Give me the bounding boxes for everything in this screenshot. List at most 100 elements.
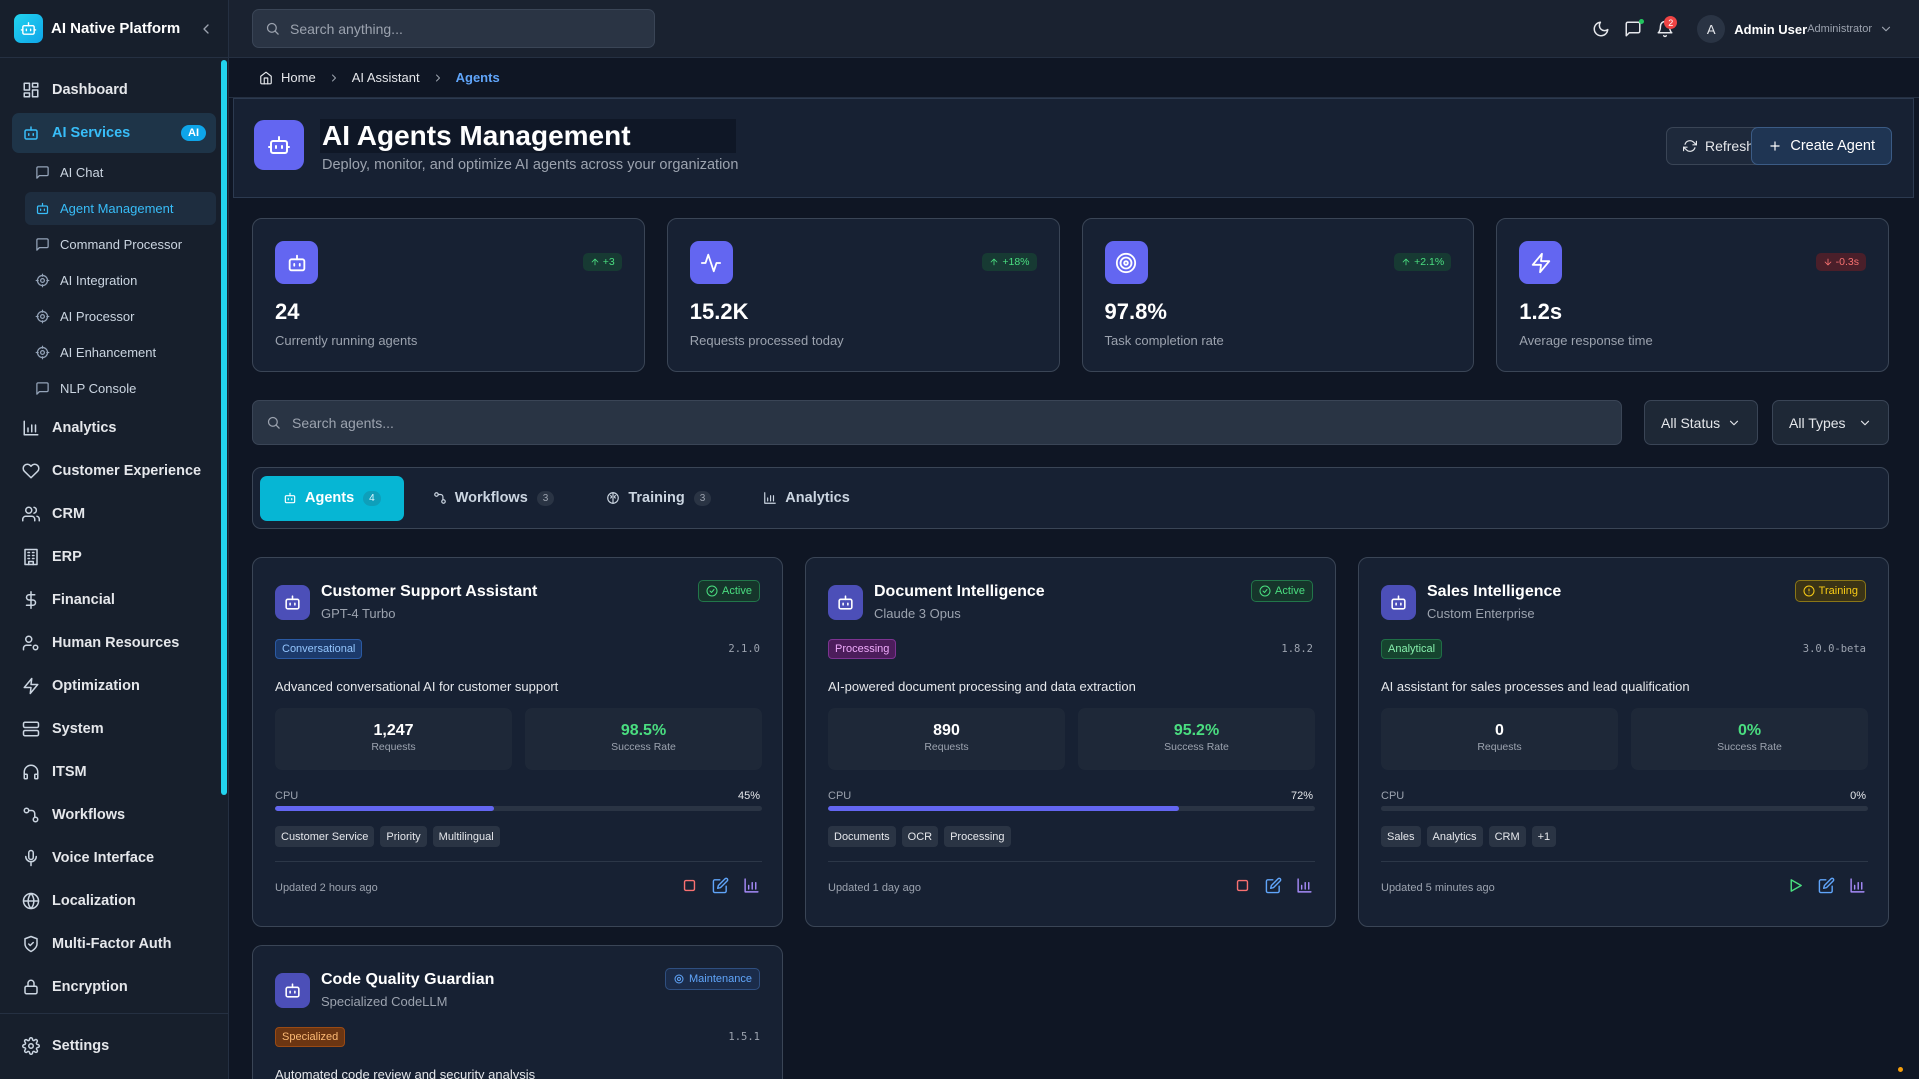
edit-icon[interactable] (1265, 877, 1282, 894)
agent-search-input[interactable]: Search agents... (252, 400, 1622, 445)
sidebar-subitem-agent-management[interactable]: Agent Management (25, 192, 216, 225)
global-search-input[interactable]: Search anything... (252, 9, 655, 48)
status-filter-value: All Status (1661, 414, 1721, 431)
agent-card[interactable]: Customer Support Assistant GPT-4 Turbo A… (252, 557, 783, 927)
sidebar-item-erp[interactable]: ERP (12, 537, 216, 577)
tab-label: Analytics (785, 490, 850, 506)
mic-icon (25, 849, 37, 867)
tab-analytics[interactable]: Analytics (740, 476, 872, 521)
cpu-value: 0% (1850, 790, 1866, 802)
breadcrumb-ai-assistant[interactable]: AI Assistant (352, 70, 420, 85)
bot-icon (36, 202, 49, 215)
agent-version: 1.5.1 (728, 1031, 760, 1043)
sidebar-item-localization[interactable]: Localization (12, 881, 216, 921)
sidebar-item-financial[interactable]: Financial (12, 580, 216, 620)
ai-services-submenu: AI Chat Agent Management Command Process… (12, 156, 216, 405)
sidebar-item-label: AI Services (52, 125, 131, 141)
chart-icon[interactable] (1849, 877, 1866, 894)
cpu-progress-fill (275, 806, 495, 811)
sidebar-item-itsm[interactable]: ITSM (12, 752, 216, 792)
tabs: Agents 4 Workflows 3 Training 3 Analytic… (252, 467, 1889, 529)
sidebar-item-customer-experience[interactable]: Customer Experience (12, 451, 216, 491)
tab-training[interactable]: Training 3 (583, 476, 734, 521)
tab-count: 4 (363, 490, 381, 506)
sidebar-subitem-ai-chat[interactable]: AI Chat (25, 156, 216, 189)
bot-icon (14, 14, 43, 43)
stat-card-response-time: -0.3s 1.2s Average response time (1496, 218, 1889, 372)
chevron-down-icon (1860, 420, 1870, 425)
edit-icon[interactable] (712, 877, 729, 894)
brain-icon (607, 492, 620, 504)
sidebar-item-crm[interactable]: CRM (12, 494, 216, 534)
sidebar-item-system[interactable]: System (12, 709, 216, 749)
agent-name: Document Intelligence (874, 583, 1045, 600)
tag-list: Sales Analytics CRM +1 (1381, 826, 1557, 847)
message-icon (36, 238, 49, 251)
trend-value: +2.1% (1414, 256, 1445, 268)
sidebar-item-human-resources[interactable]: Human Resources (12, 623, 216, 663)
breadcrumb-home[interactable]: Home (281, 70, 316, 85)
type-filter-select[interactable]: All Types (1772, 400, 1889, 445)
requests-metric: 890 Requests (828, 708, 1065, 770)
sidebar-subitem-ai-integration[interactable]: AI Integration (25, 264, 216, 297)
sidebar-item-multi-factor-auth[interactable]: Multi-Factor Auth (12, 924, 216, 964)
sidebar-item-workflows[interactable]: Workflows (12, 795, 216, 835)
status-filter-select[interactable]: All Status (1644, 400, 1758, 445)
sidebar-item-settings[interactable]: Settings (12, 1026, 216, 1066)
chart-icon[interactable] (1296, 877, 1313, 894)
cpu-value: 72% (1290, 790, 1313, 802)
stat-card-requests: +18% 15.2K Requests processed today (666, 218, 1060, 372)
sidebar-scrollbar[interactable] (221, 60, 227, 795)
tag: Analytics (1426, 826, 1483, 847)
chevron-down-icon (1729, 420, 1739, 425)
agent-card[interactable]: Sales Intelligence Custom Enterprise Tra… (1358, 557, 1889, 927)
metric-label: Requests (371, 741, 416, 753)
notifications-button[interactable]: 2 (1649, 13, 1681, 45)
messages-button[interactable] (1617, 13, 1649, 45)
tab-agents[interactable]: Agents 4 (260, 475, 404, 521)
gear-icon (22, 1037, 40, 1055)
bot-icon (275, 241, 318, 284)
chart-icon[interactable] (743, 877, 760, 894)
sidebar-subitem-label: Agent Management (60, 201, 174, 216)
arrow-up-icon (591, 258, 599, 266)
sidebar-item-voice-interface[interactable]: Voice Interface (12, 838, 216, 878)
sidebar-item-label: Multi-Factor Auth (52, 936, 172, 952)
building-icon (24, 548, 38, 566)
theme-toggle-button[interactable] (1585, 13, 1617, 45)
sidebar-subitem-command-processor[interactable]: Command Processor (25, 228, 216, 261)
topbar-actions: 2 A Admin User Administrator (1585, 0, 1893, 58)
tag-list: Customer Service Priority Multilingual (275, 826, 500, 847)
users-icon (22, 506, 40, 522)
agent-card[interactable]: Document Intelligence Claude 3 Opus Acti… (805, 557, 1336, 927)
collapse-sidebar-icon[interactable] (198, 21, 214, 37)
sidebar-item-label: Financial (52, 592, 115, 608)
create-agent-button[interactable]: Create Agent (1751, 127, 1892, 165)
updated-time: Updated 5 minutes ago (1381, 882, 1495, 894)
sidebar-item-analytics[interactable]: Analytics (12, 408, 216, 448)
sidebar-item-optimization[interactable]: Optimization (12, 666, 216, 706)
stop-icon[interactable] (681, 877, 698, 894)
sidebar-item-dashboard[interactable]: Dashboard (12, 70, 216, 110)
tag-more[interactable]: +1 (1531, 826, 1557, 847)
user-menu[interactable]: A Admin User Administrator (1697, 15, 1893, 43)
sidebar-item-encryption[interactable]: Encryption (12, 967, 216, 1007)
tab-workflows[interactable]: Workflows 3 (410, 476, 578, 521)
arrow-up-icon (991, 258, 998, 266)
stop-icon[interactable] (1234, 877, 1251, 894)
trend-badge: -0.3s (1815, 253, 1866, 271)
edit-icon[interactable] (1818, 877, 1835, 894)
metric-label: Success Rate (1717, 741, 1782, 753)
trend-value: -0.3s (1835, 256, 1859, 268)
sidebar-item-ai-services[interactable]: AI Services AI (12, 113, 216, 153)
play-icon[interactable] (1787, 877, 1804, 894)
sidebar-subitem-ai-processor[interactable]: AI Processor (25, 300, 216, 333)
sidebar-subitem-ai-enhancement[interactable]: AI Enhancement (25, 336, 216, 369)
sidebar-item-label: ITSM (52, 764, 87, 780)
shield-icon (24, 935, 38, 953)
sidebar-subitem-nlp-console[interactable]: NLP Console (25, 372, 216, 405)
agent-card[interactable]: Code Quality Guardian Specialized CodeLL… (252, 945, 783, 1079)
cpu-progress-bar (1381, 806, 1868, 811)
tag: Priority (380, 826, 427, 847)
trend-value: +18% (1002, 256, 1030, 268)
